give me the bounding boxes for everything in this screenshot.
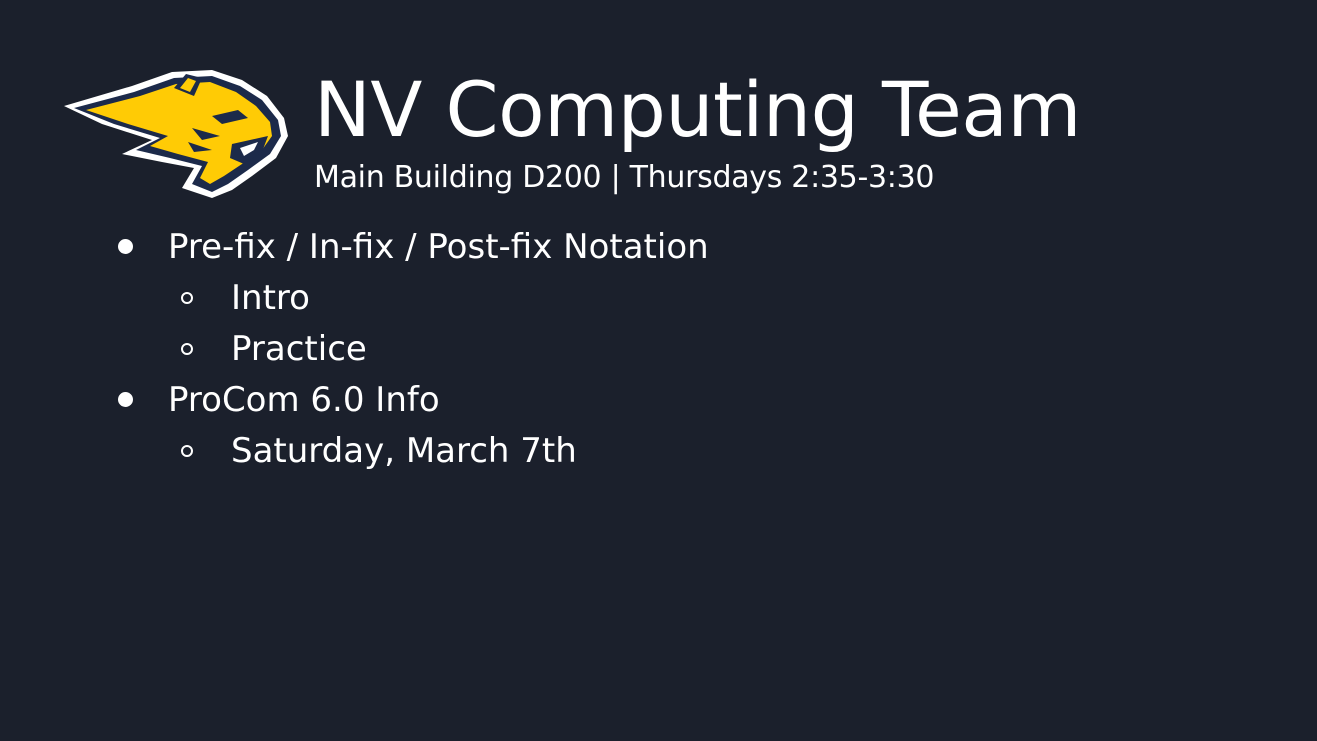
slide-title: NV Computing Team xyxy=(314,65,1081,154)
hollow-bullet-icon xyxy=(172,324,202,375)
bullet-text: Intro xyxy=(231,278,310,318)
filled-bullet-icon xyxy=(110,222,140,273)
filled-bullet-icon xyxy=(110,375,140,426)
hollow-bullet-icon xyxy=(172,273,202,324)
bullet-text: Pre-fix / In-fix / Post-fix Notation xyxy=(168,227,709,267)
wildcat-head-icon xyxy=(64,70,288,198)
hollow-bullet-icon xyxy=(172,426,202,477)
bullet-text: Saturday, March 7th xyxy=(231,431,577,471)
bullet-text: ProCom 6.0 Info xyxy=(168,380,440,420)
bullet-text: Practice xyxy=(231,329,367,369)
slide-subtitle: Main Building D200 | Thursdays 2:35-3:30 xyxy=(314,160,935,195)
